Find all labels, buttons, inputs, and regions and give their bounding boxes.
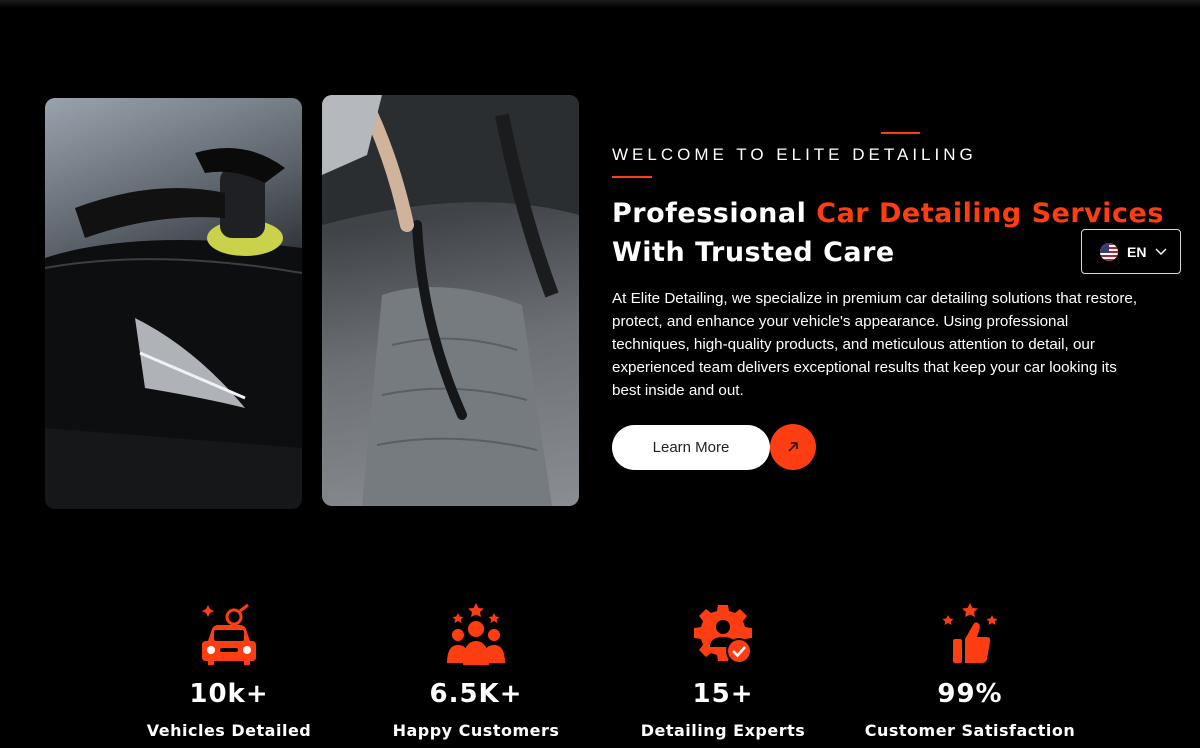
learn-more-arrow-button[interactable] (770, 424, 816, 470)
eyebrow-accent-bottom (612, 176, 652, 178)
arrow-up-right-icon (788, 442, 798, 452)
stat-value: 15+ (692, 679, 754, 709)
stat-label: Happy Customers (392, 721, 560, 740)
learn-more-label: Learn More (652, 439, 730, 456)
stat-vehicles-detailed: 10k+ Vehicles Detailed (114, 603, 344, 740)
customers-group-icon (447, 603, 505, 665)
stat-label: Vehicles Detailed (146, 721, 312, 740)
learn-more-button[interactable]: Learn More (612, 425, 770, 470)
headline-part-2: With Trusted Care (612, 237, 895, 268)
chevron-down-icon (1155, 248, 1167, 255)
stat-detailing-experts: 15+ Detailing Experts (608, 603, 838, 740)
interior-vacuum-image (322, 95, 579, 506)
expert-badge-icon (694, 605, 752, 664)
stat-value: 10k+ (189, 679, 269, 709)
section-description: At Elite Detailing, we specialize in pre… (612, 290, 1138, 399)
stat-label: Customer Satisfaction (864, 721, 1076, 740)
stat-happy-customers: 6.5K+ Happy Customers (361, 603, 591, 740)
headline-part-1: Professional (612, 198, 817, 229)
stat-label: Detailing Experts (640, 721, 806, 740)
stat-customer-satisfaction: 99% Customer Satisfaction (855, 603, 1085, 740)
stat-value: 99% (937, 679, 1003, 709)
section-eyebrow: WELCOME TO ELITE DETAILING (612, 145, 977, 164)
us-flag-icon (1100, 242, 1118, 261)
car-service-icon (202, 603, 256, 665)
language-code: EN (1127, 243, 1147, 260)
eyebrow-accent-top (881, 132, 920, 134)
header-shadow (0, 0, 1200, 8)
thumbs-up-stars-icon (942, 603, 998, 663)
car-polishing-image (45, 98, 302, 509)
stat-value: 6.5K+ (429, 679, 523, 709)
headline-highlight: Car Detailing Services (816, 198, 1164, 229)
language-selector[interactable]: EN (1081, 229, 1181, 274)
